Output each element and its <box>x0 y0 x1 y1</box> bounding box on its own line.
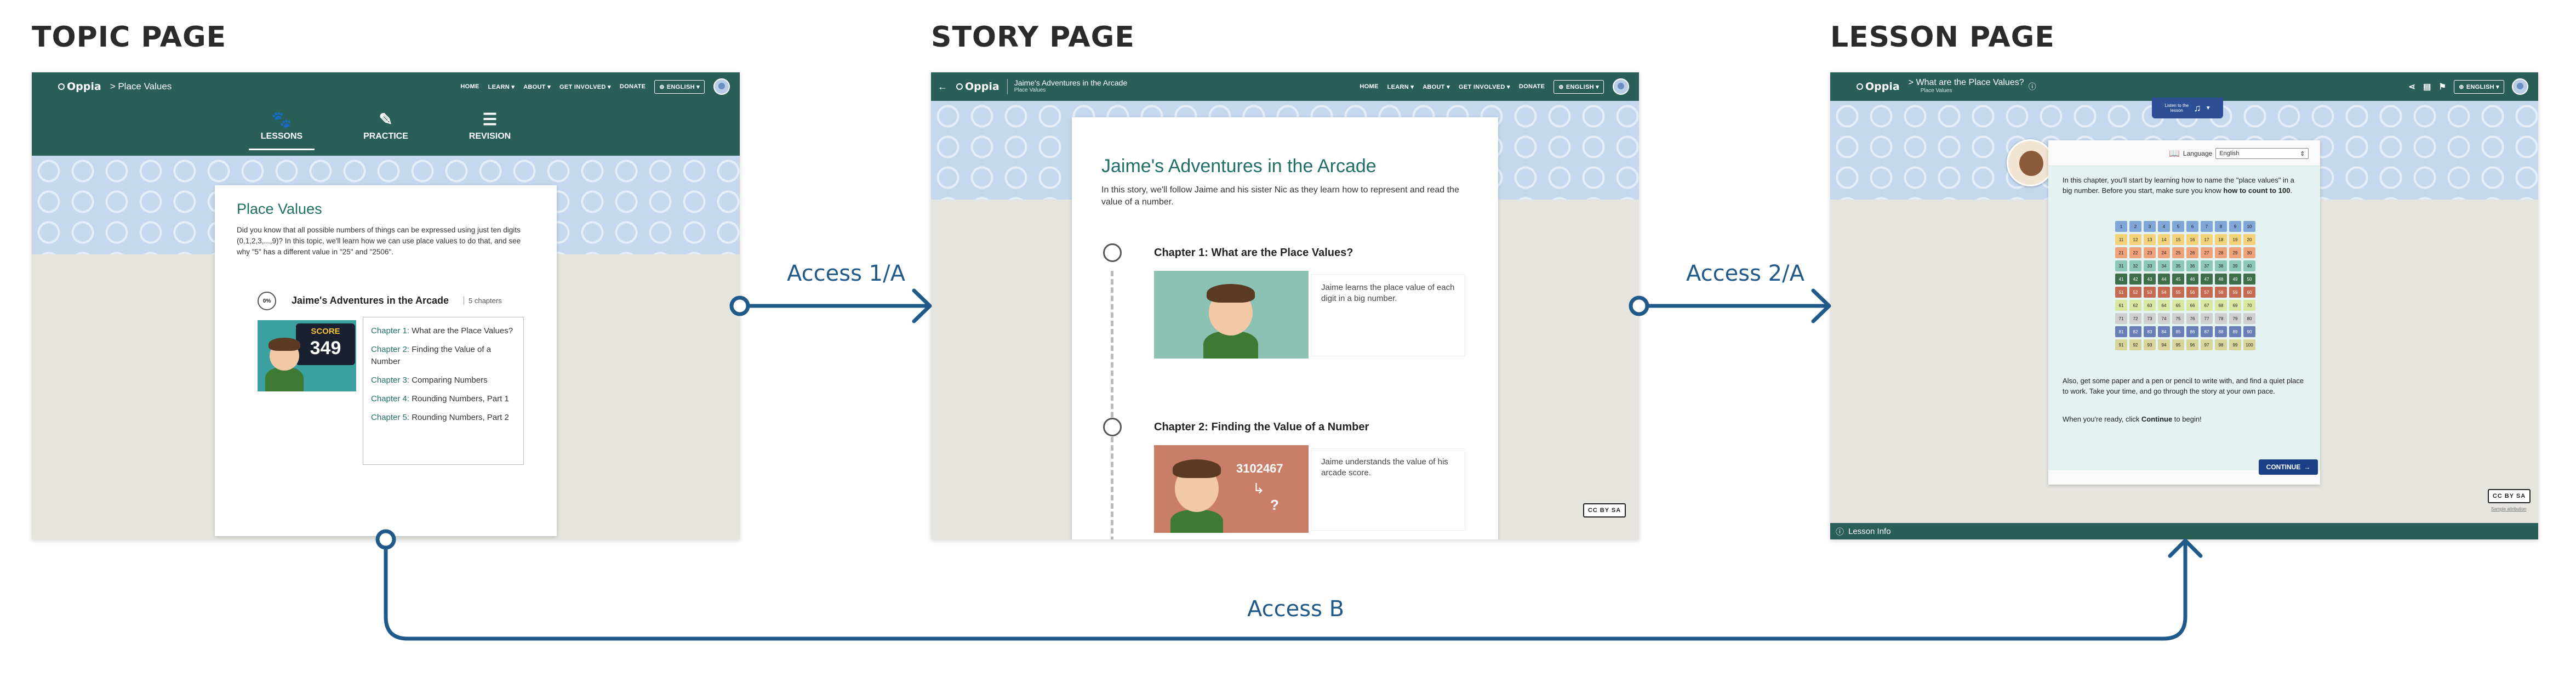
access-b-line <box>384 539 2187 641</box>
flow-connectors <box>375 288 2203 641</box>
access-1a-start-dot <box>729 295 750 316</box>
access-b-label: Access B <box>1247 596 1345 622</box>
access-2a-start-dot <box>1629 295 1649 316</box>
access-2a-label: Access 2/A <box>1686 261 1804 286</box>
access-b-start-dot <box>375 529 396 550</box>
access-1a-label: Access 1/A <box>787 261 905 286</box>
